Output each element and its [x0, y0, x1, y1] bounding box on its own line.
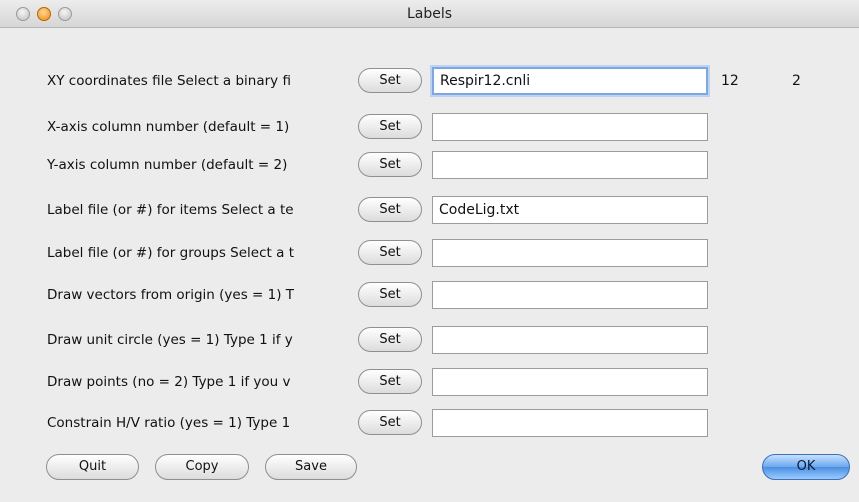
form-row-xy-coordinates: XY coordinates file Select a binary fi S…: [0, 66, 859, 96]
quit-button[interactable]: Quit: [46, 454, 139, 480]
xy-column-count: 12: [721, 73, 739, 89]
draw-vectors-set-button[interactable]: Set: [358, 282, 422, 307]
draw-vectors-label: Draw vectors from origin (yes = 1) T: [47, 287, 295, 303]
y-axis-set-button[interactable]: Set: [358, 152, 422, 177]
constrain-ratio-label: Constrain H/V ratio (yes = 1) Type 1: [47, 415, 291, 431]
label-file-groups-set-button[interactable]: Set: [358, 240, 422, 265]
xy-coordinates-set-button[interactable]: Set: [358, 68, 422, 93]
xy-coordinates-input[interactable]: [432, 67, 708, 95]
y-axis-column-label: Y-axis column number (default = 2): [47, 157, 288, 173]
form-row-draw-points: Draw points (no = 2) Type 1 if you v Set: [0, 367, 859, 397]
title-bar: Labels: [0, 0, 859, 28]
label-file-groups-label: Label file (or #) for groups Select a t: [47, 245, 294, 261]
draw-points-input[interactable]: [432, 368, 708, 396]
draw-vectors-input[interactable]: [432, 281, 708, 309]
ok-button[interactable]: OK: [762, 454, 850, 480]
copy-button[interactable]: Copy: [155, 454, 249, 480]
draw-unit-circle-set-button[interactable]: Set: [358, 327, 422, 352]
draw-unit-circle-label: Draw unit circle (yes = 1) Type 1 if y: [47, 332, 293, 348]
form-row-label-file-items: Label file (or #) for items Select a te …: [0, 195, 859, 225]
constrain-ratio-input[interactable]: [432, 409, 708, 437]
draw-unit-circle-input[interactable]: [432, 326, 708, 354]
form-row-y-axis: Y-axis column number (default = 2) Set: [0, 150, 859, 180]
form-row-x-axis: X-axis column number (default = 1) Set: [0, 112, 859, 142]
form-row-constrain-ratio: Constrain H/V ratio (yes = 1) Type 1 Set: [0, 408, 859, 438]
x-axis-column-input[interactable]: [432, 113, 708, 141]
form-row-draw-vectors: Draw vectors from origin (yes = 1) T Set: [0, 280, 859, 310]
save-button[interactable]: Save: [265, 454, 357, 480]
constrain-ratio-set-button[interactable]: Set: [358, 410, 422, 435]
x-axis-set-button[interactable]: Set: [358, 114, 422, 139]
xy-extra-value: 2: [792, 73, 801, 89]
label-file-items-label: Label file (or #) for items Select a te: [47, 202, 294, 218]
label-file-items-set-button[interactable]: Set: [358, 197, 422, 222]
label-file-groups-input[interactable]: [432, 239, 708, 267]
window-title: Labels: [406, 6, 453, 22]
draw-points-label: Draw points (no = 2) Type 1 if you v: [47, 374, 291, 390]
y-axis-column-input[interactable]: [432, 151, 708, 179]
form-row-draw-unit-circle: Draw unit circle (yes = 1) Type 1 if y S…: [0, 325, 859, 355]
draw-points-set-button[interactable]: Set: [358, 369, 422, 394]
label-file-items-input[interactable]: [432, 196, 708, 224]
xy-coordinates-label: XY coordinates file Select a binary fi: [47, 73, 291, 89]
x-axis-column-label: X-axis column number (default = 1): [47, 119, 290, 135]
form-row-label-file-groups: Label file (or #) for groups Select a t …: [0, 238, 859, 268]
dialog-content: XY coordinates file Select a binary fi S…: [0, 28, 859, 502]
